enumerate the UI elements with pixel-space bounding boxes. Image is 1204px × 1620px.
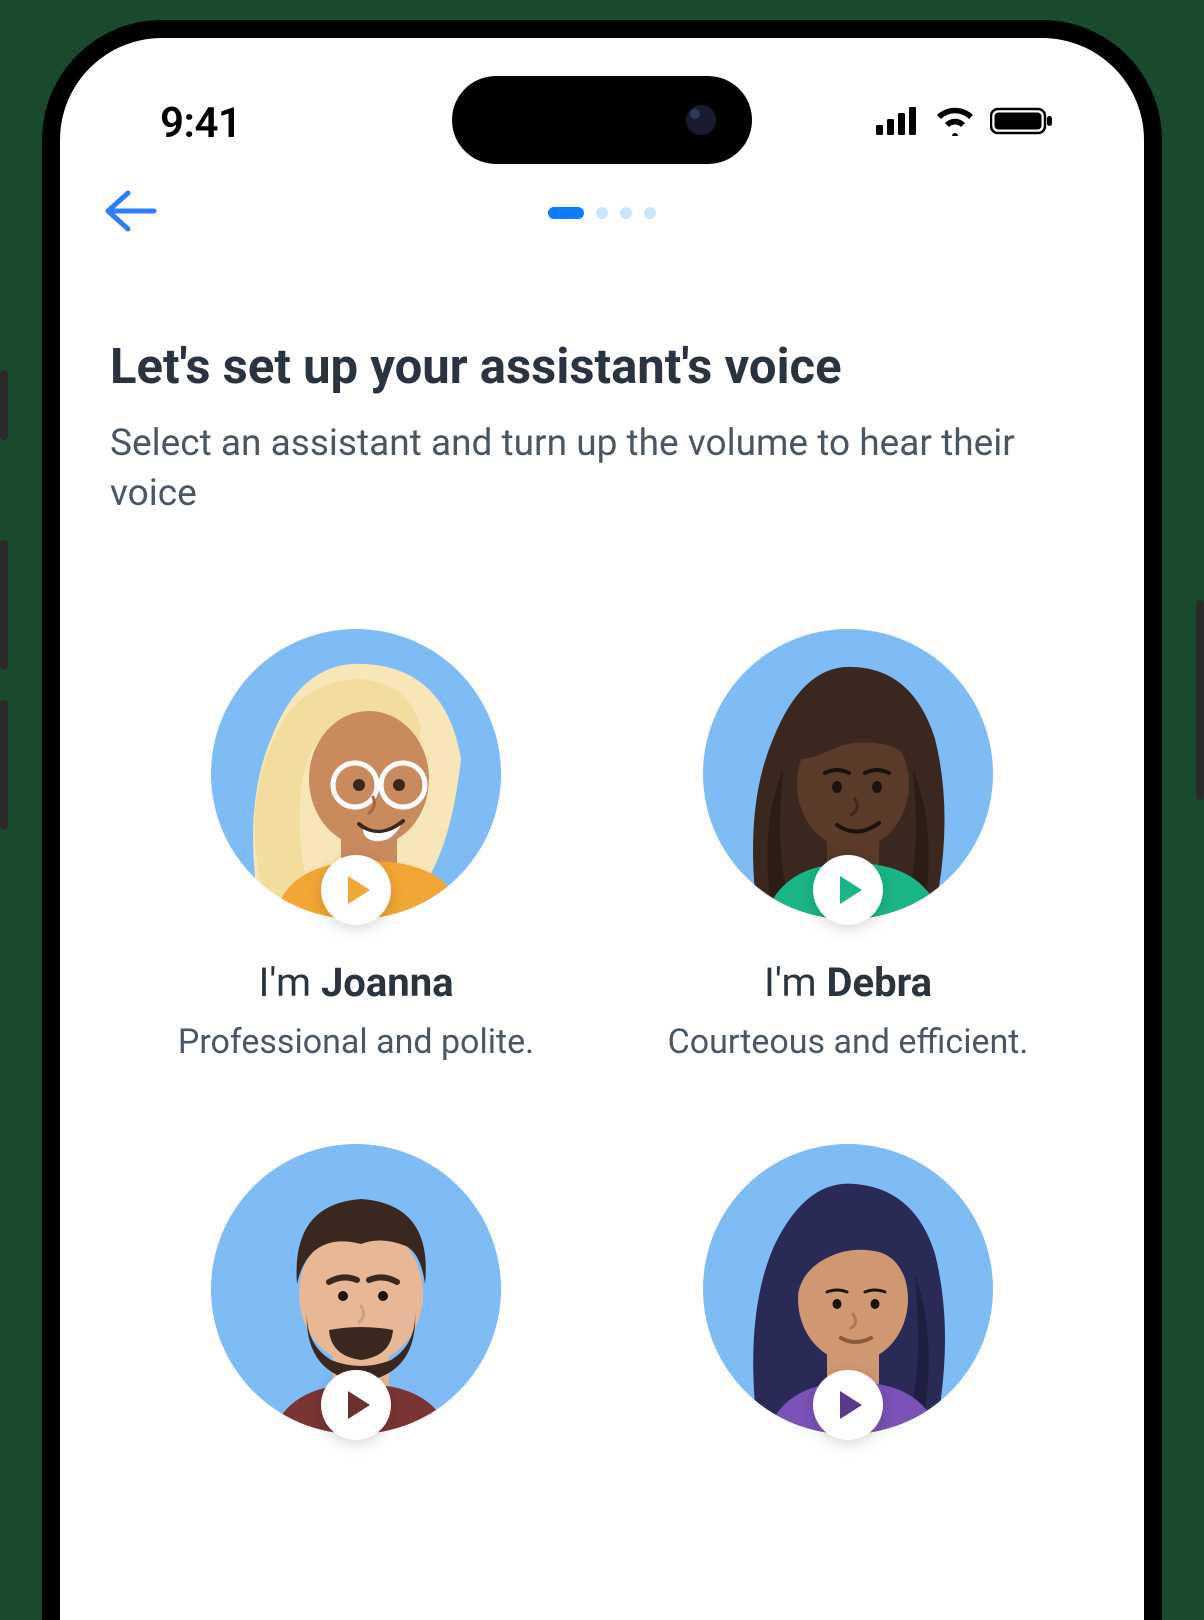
- content: Let's set up your assistant's voice Sele…: [60, 248, 1144, 1434]
- camera-icon: [686, 105, 716, 135]
- battery-icon: [990, 106, 1054, 140]
- nav-header: [60, 168, 1144, 248]
- avatar-wrap: [211, 1144, 501, 1434]
- cellular-icon: [876, 107, 920, 139]
- wifi-icon: [934, 106, 976, 140]
- play-button[interactable]: [813, 1370, 883, 1440]
- page-dot-2: [596, 207, 608, 219]
- assistant-name: I'm Joanna: [258, 959, 453, 1006]
- screen: 9:41: [60, 38, 1144, 1620]
- assistant-card-joanna[interactable]: I'm Joanna Professional and polite.: [130, 629, 582, 1064]
- play-icon: [840, 876, 862, 904]
- status-time: 9:41: [160, 99, 241, 148]
- assistant-desc: Courteous and efficient.: [668, 1020, 1029, 1064]
- page-title: Let's set up your assistant's voice: [110, 338, 1094, 397]
- page-indicator: [548, 207, 656, 219]
- assistant-card-debra[interactable]: I'm Debra Courteous and efficient.: [622, 629, 1074, 1064]
- page-dot-1: [548, 207, 584, 219]
- avatar-wrap: [703, 1144, 993, 1434]
- avatar-wrap: [211, 629, 501, 919]
- page-dot-4: [644, 207, 656, 219]
- back-button[interactable]: [100, 185, 160, 241]
- assistant-card-4[interactable]: [622, 1144, 1074, 1434]
- play-icon: [348, 1391, 370, 1419]
- page-subtitle: Select an assistant and turn up the volu…: [110, 419, 1094, 519]
- play-icon: [840, 1391, 862, 1419]
- mute-switch[interactable]: [0, 370, 8, 440]
- volume-up-button[interactable]: [0, 540, 8, 670]
- status-icons: [876, 106, 1084, 140]
- avatar-wrap: [703, 629, 993, 919]
- assistant-desc: Professional and polite.: [178, 1020, 534, 1064]
- play-button[interactable]: [321, 855, 391, 925]
- phone-frame: 9:41: [42, 20, 1162, 1620]
- play-button[interactable]: [813, 855, 883, 925]
- play-button[interactable]: [321, 1370, 391, 1440]
- power-button[interactable]: [1196, 600, 1204, 800]
- page-dot-3: [620, 207, 632, 219]
- volume-down-button[interactable]: [0, 700, 8, 830]
- assistant-card-3[interactable]: [130, 1144, 582, 1434]
- assistant-name: I'm Debra: [764, 959, 932, 1006]
- dynamic-island: [452, 76, 752, 164]
- assistants-grid: I'm Joanna Professional and polite.: [110, 629, 1094, 1434]
- play-icon: [348, 876, 370, 904]
